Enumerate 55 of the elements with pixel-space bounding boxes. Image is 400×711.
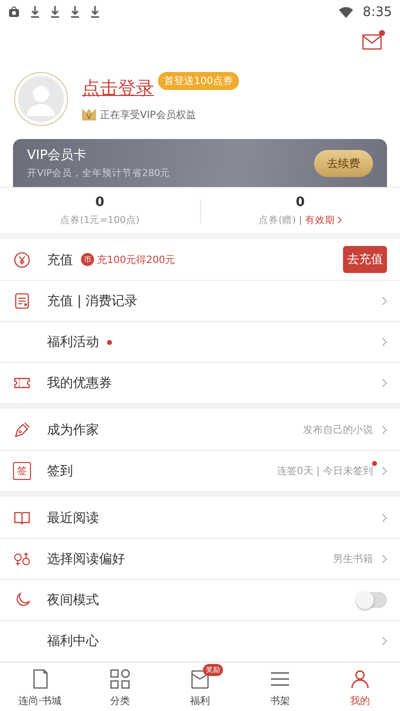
pen-icon xyxy=(13,420,31,438)
nav-tab[interactable]: 分类 xyxy=(80,663,160,711)
row-value: 连签0天 | 今日未签到 xyxy=(276,464,373,478)
balance-label: 点券(1元=100点) xyxy=(60,214,140,226)
download-icon xyxy=(50,6,60,18)
renew-button[interactable]: 去续费 xyxy=(314,150,373,176)
chevron-icon xyxy=(381,337,387,347)
download-icon xyxy=(30,6,40,18)
card-title: VIP会员卡 xyxy=(27,147,88,164)
balance-label: 点券(赠) xyxy=(258,214,296,226)
menu-label[interactable]: 选择阅读偏好 xyxy=(47,550,125,568)
gender-icon xyxy=(13,550,31,568)
chevron-icon xyxy=(381,636,387,646)
menu-label[interactable]: 充值 xyxy=(47,250,73,268)
bag-icon xyxy=(8,6,20,18)
menu-label[interactable]: 福利中心 xyxy=(47,632,99,650)
chevron-icon xyxy=(381,424,387,434)
status-time: 8:35 xyxy=(362,4,392,20)
menu-label[interactable]: 我的优惠券 xyxy=(47,374,112,392)
login-link[interactable]: 点击登录 xyxy=(82,76,154,100)
receipt-icon xyxy=(13,292,31,310)
recharge-button[interactable]: 去充值 xyxy=(343,246,387,273)
sign-in-icon: 签 xyxy=(13,462,31,480)
menu-label[interactable]: 最近阅读 xyxy=(47,508,99,526)
wifi-icon xyxy=(338,6,353,18)
promo-text: 充100元得200元 xyxy=(97,254,176,266)
chevron-icon xyxy=(381,512,387,522)
row-value: 男生书籍 xyxy=(333,552,373,566)
nav-tab[interactable]: 我的 xyxy=(320,663,400,711)
toggle-switch[interactable] xyxy=(357,592,387,608)
balance-value: 0 xyxy=(95,194,104,210)
menu-label[interactable]: 福利活动 xyxy=(47,333,99,351)
menu-label[interactable]: 夜间模式 xyxy=(47,591,99,609)
row-value: 发布自己的小说 xyxy=(303,424,373,436)
menu-label[interactable]: 成为作家 xyxy=(47,420,99,438)
download-icon xyxy=(90,6,100,18)
avatar[interactable] xyxy=(14,72,68,126)
menu-label[interactable]: 充值 | 消费记录 xyxy=(47,292,138,310)
vip-note: 正在享受VIP会员权益 xyxy=(100,108,196,122)
chevron-icon xyxy=(381,554,387,564)
download-icon xyxy=(70,6,80,18)
menu-label[interactable]: 签到 xyxy=(47,462,73,480)
person-icon xyxy=(349,668,371,690)
nav-tab[interactable]: 书架 xyxy=(240,663,320,711)
grid-icon xyxy=(109,668,131,690)
card-subtitle: 开VIP会员，全年预计节省280元 xyxy=(27,167,172,180)
nav-tab[interactable]: 连尚·书城 xyxy=(0,663,80,711)
balance-value: 0 xyxy=(296,194,305,210)
chevron-icon xyxy=(381,378,387,388)
chevron-icon xyxy=(381,466,387,476)
validity-link[interactable]: 有效期 xyxy=(304,214,335,226)
chevron-icon xyxy=(381,296,387,306)
chevron-icon xyxy=(336,216,342,224)
yen-icon xyxy=(13,250,31,268)
promo-badge: 首登送100点券 xyxy=(158,72,240,90)
